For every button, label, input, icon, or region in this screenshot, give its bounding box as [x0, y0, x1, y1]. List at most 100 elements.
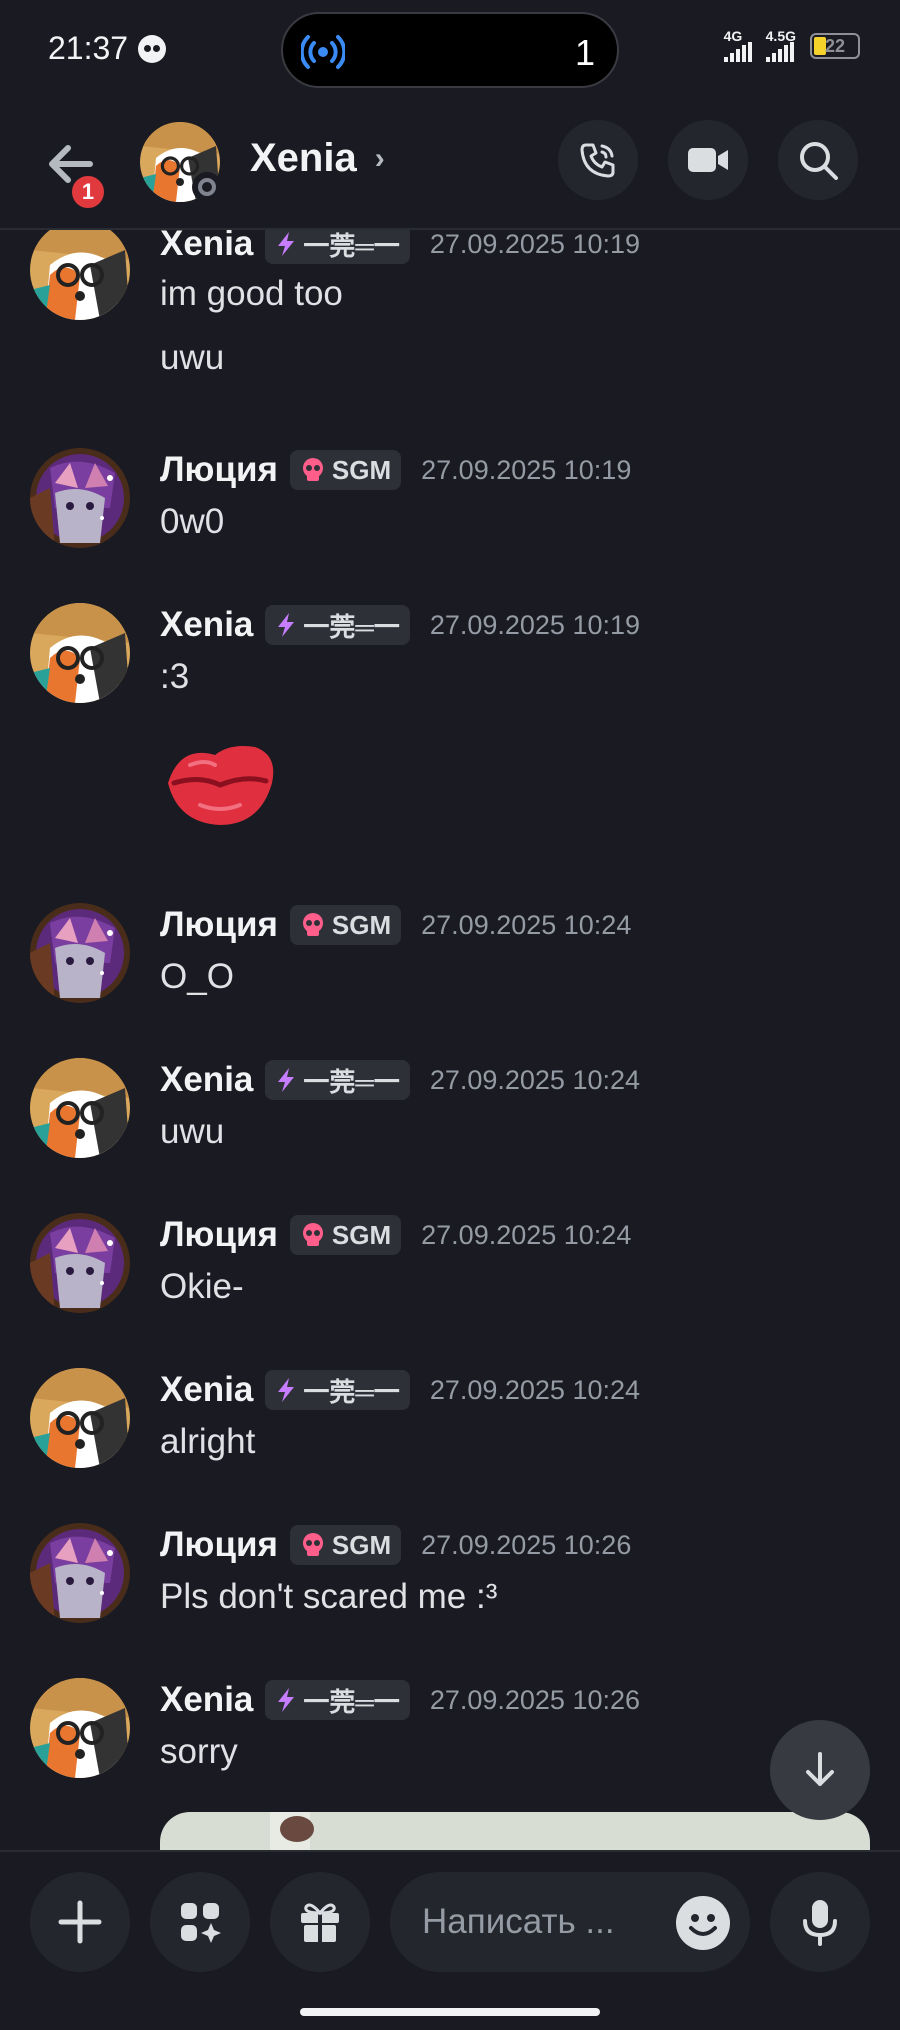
status-bar: 21:37 1 4G 4.5G 22: [0, 0, 900, 100]
avatar[interactable]: [30, 1678, 130, 1778]
signal-bars-icon: [723, 42, 752, 62]
guild-tag[interactable]: 一莞═一: [265, 230, 410, 264]
message-composer: [0, 1850, 900, 2030]
status-time: 21:37: [48, 30, 167, 67]
timestamp: 27.09.2025 10:24: [429, 1064, 641, 1095]
guild-tag[interactable]: 一莞═一: [265, 1370, 410, 1410]
apps-button[interactable]: [150, 1872, 250, 1972]
timestamp: 27.09.2025 10:24: [429, 1374, 641, 1405]
network-label-1: 4G: [723, 28, 743, 44]
message-text: im good too: [160, 274, 343, 313]
battery-icon: 22: [810, 33, 860, 59]
unread-badge: 1: [68, 172, 108, 212]
broadcast-icon: [301, 35, 345, 69]
signal-1: 4G: [723, 28, 752, 62]
call-button[interactable]: [558, 120, 638, 200]
timestamp: 27.09.2025 10:19: [421, 454, 632, 485]
message-meta: Xenia 一莞═一 27.09.2025 10:24: [160, 1060, 640, 1100]
scroll-to-bottom-button[interactable]: [770, 1720, 870, 1820]
signal-2: 4.5G: [765, 28, 796, 62]
lightning-icon: [278, 1068, 295, 1092]
video-camera-icon: [688, 148, 728, 172]
username[interactable]: Люция: [160, 450, 278, 490]
lightning-icon: [278, 1688, 295, 1712]
apps-sparkle-icon: [181, 1903, 221, 1943]
guild-tag-text: SGM: [331, 1529, 392, 1560]
lightning-icon: [278, 613, 295, 637]
timestamp: 27.09.2025 10:26: [429, 1684, 641, 1715]
message-text: alright: [160, 1422, 256, 1461]
message-meta: Xenia 一莞═一 27.09.2025 10:26: [160, 1680, 640, 1720]
guild-tag[interactable]: 一莞═一: [265, 1060, 410, 1100]
guild-tag-text: 一莞═一: [303, 1686, 400, 1717]
username[interactable]: Люция: [160, 905, 278, 945]
search-button[interactable]: [778, 120, 858, 200]
skull-icon: [302, 458, 323, 481]
voice-message-button[interactable]: [770, 1872, 870, 1972]
message-list[interactable]: Xenia 一莞═一 27.09.2025 10:19 im good too uwu Л…: [0, 230, 900, 1850]
arrow-down-icon: [806, 1752, 834, 1786]
username[interactable]: Xenia: [160, 1370, 253, 1410]
emoji-icon[interactable]: [676, 1896, 730, 1950]
avatar[interactable]: [30, 1523, 130, 1623]
timestamp: 27.09.2025 10:26: [421, 1529, 632, 1560]
guild-tag[interactable]: SGM: [289, 1215, 402, 1255]
kiss-lips-icon[interactable]: [160, 735, 280, 835]
skull-icon: [302, 1223, 323, 1246]
video-call-button[interactable]: [668, 120, 748, 200]
guild-tag[interactable]: SGM: [289, 450, 402, 490]
avatar[interactable]: [30, 903, 130, 1003]
message-input-wrapper: [390, 1872, 750, 1972]
avatar[interactable]: [30, 1058, 130, 1158]
phone-icon: [580, 143, 615, 178]
add-attachment-button[interactable]: [30, 1872, 130, 1972]
offline-status-icon: [192, 172, 222, 202]
message-meta: Xenia 一莞═一 27.09.2025 10:24: [160, 1370, 640, 1410]
lightning-icon: [278, 232, 295, 256]
username[interactable]: Xenia: [160, 605, 253, 645]
guild-tag-text: 一莞═一: [303, 230, 400, 261]
avatar[interactable]: [30, 603, 130, 703]
time-text: 21:37: [48, 30, 129, 66]
username[interactable]: Xenia: [160, 1060, 253, 1100]
username[interactable]: Xenia: [160, 1680, 253, 1720]
avatar[interactable]: [30, 230, 130, 320]
message-meta: Люция SGM 27.09.2025 10:24: [160, 1215, 631, 1255]
guild-tag-text: SGM: [331, 1219, 392, 1250]
timestamp: 27.09.2025 10:19: [429, 609, 641, 640]
username[interactable]: Люция: [160, 1215, 278, 1255]
avatar[interactable]: [30, 1368, 130, 1468]
message-text: Okie-: [160, 1267, 244, 1306]
guild-tag[interactable]: SGM: [289, 905, 402, 945]
status-indicators: 4G 4.5G 22: [723, 28, 860, 62]
message-meta: Xenia 一莞═一 27.09.2025 10:19: [160, 230, 640, 264]
message-text: Pls don't scared me :³: [160, 1577, 498, 1616]
message-input[interactable]: [422, 1872, 662, 1972]
microphone-icon: [803, 1900, 837, 1946]
username[interactable]: Люция: [160, 1525, 278, 1565]
contact-name[interactable]: Xenia ›: [250, 136, 385, 181]
network-label-2: 4.5G: [765, 28, 796, 44]
chat-header: 1 Xenia ›: [0, 100, 900, 230]
timestamp: 27.09.2025 10:24: [421, 909, 632, 940]
message-text: 0w0: [160, 502, 225, 541]
avatar[interactable]: [30, 1213, 130, 1313]
guild-tag[interactable]: 一莞═一: [265, 605, 410, 645]
guild-tag[interactable]: SGM: [289, 1525, 402, 1565]
search-icon: [800, 142, 838, 180]
image-attachment[interactable]: [160, 1812, 870, 1850]
avatar[interactable]: [30, 448, 130, 548]
username[interactable]: Xenia: [160, 230, 253, 264]
skull-icon: [302, 913, 323, 936]
lightning-icon: [278, 1378, 295, 1402]
gift-button[interactable]: [270, 1872, 370, 1972]
message-meta: Люция SGM 27.09.2025 10:19: [160, 450, 631, 490]
chevron-right-icon: ›: [374, 141, 385, 175]
message-text: uwu: [160, 338, 225, 377]
dynamic-island[interactable]: 1: [281, 12, 619, 88]
message-text: :3: [160, 657, 190, 696]
timestamp: 27.09.2025 10:19: [429, 230, 641, 259]
message-meta: Xenia 一莞═一 27.09.2025 10:19: [160, 605, 640, 645]
guild-tag[interactable]: 一莞═一: [265, 1680, 410, 1720]
guild-tag-text: SGM: [331, 909, 392, 940]
